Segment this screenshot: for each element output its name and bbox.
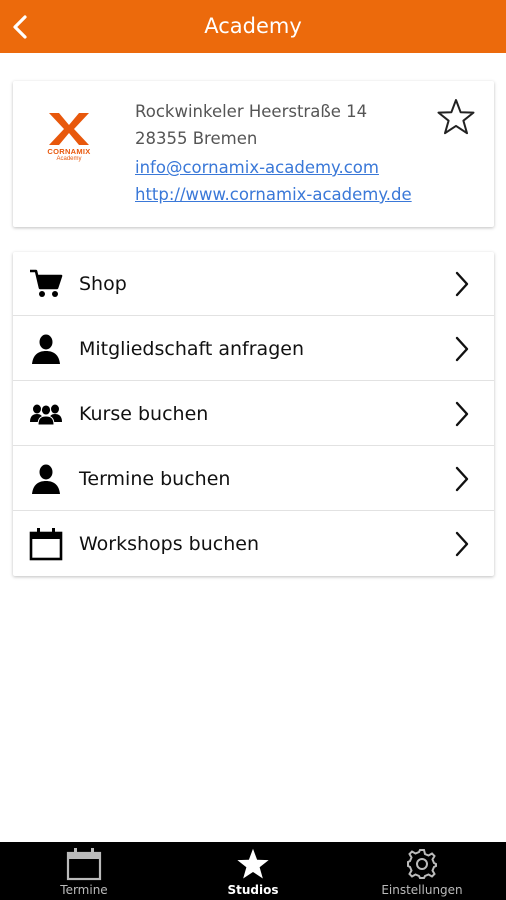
menu-item-shop[interactable]: Shop bbox=[13, 252, 494, 316]
group-icon bbox=[30, 404, 62, 426]
menu-item-kurse[interactable]: Kurse buchen bbox=[13, 382, 494, 446]
calendar-icon bbox=[29, 528, 63, 561]
cornamix-logo-icon bbox=[49, 113, 89, 145]
menu-item-label: Workshops buchen bbox=[79, 533, 259, 555]
menu-item-label: Termine buchen bbox=[79, 468, 231, 490]
chevron-right-icon bbox=[455, 531, 469, 557]
menu-item-label: Mitgliedschaft anfragen bbox=[79, 338, 304, 360]
website-link[interactable]: http://www.cornamix-academy.de bbox=[135, 185, 412, 204]
tab-label: Einstellungen bbox=[381, 883, 463, 897]
star-outline-icon bbox=[437, 99, 475, 135]
email-link[interactable]: info@cornamix-academy.com bbox=[135, 158, 379, 177]
person-icon bbox=[32, 464, 60, 494]
chevron-right-icon bbox=[455, 401, 469, 427]
page-title: Academy bbox=[204, 14, 302, 38]
address-city: 28355 Bremen bbox=[135, 129, 258, 148]
address-street: Rockwinkeler Heerstraße 14 bbox=[135, 102, 368, 121]
menu-item-label: Shop bbox=[79, 273, 127, 295]
cart-icon bbox=[30, 269, 63, 297]
calendar-icon bbox=[66, 848, 102, 881]
tab-studios[interactable]: Studios bbox=[169, 842, 337, 900]
logo-text: CORNAMIX bbox=[47, 147, 91, 156]
tab-label: Termine bbox=[60, 883, 108, 897]
chevron-right-icon bbox=[455, 466, 469, 492]
tab-label: Studios bbox=[227, 883, 279, 897]
app-bar: Academy bbox=[0, 0, 506, 53]
studio-logo: CORNAMIX Academy bbox=[37, 111, 101, 167]
logo-subtext: Academy bbox=[56, 156, 82, 162]
menu-item-termine[interactable]: Termine buchen bbox=[13, 447, 494, 511]
menu-item-label: Kurse buchen bbox=[79, 403, 209, 425]
person-icon bbox=[32, 334, 60, 364]
favorite-button[interactable] bbox=[437, 98, 475, 136]
chevron-right-icon bbox=[455, 336, 469, 362]
menu-item-mitgliedschaft[interactable]: Mitgliedschaft anfragen bbox=[13, 317, 494, 381]
chevron-right-icon bbox=[455, 271, 469, 297]
tab-termine[interactable]: Termine bbox=[0, 842, 168, 900]
menu-item-workshops[interactable]: Workshops buchen bbox=[13, 512, 494, 576]
star-icon bbox=[237, 848, 269, 879]
bottom-tab-bar: Termine Studios Einstellungen bbox=[0, 842, 506, 900]
menu-list: Shop Mitgliedschaft anfragen Kurse buche… bbox=[13, 252, 494, 576]
tab-einstellungen[interactable]: Einstellungen bbox=[338, 842, 506, 900]
studio-info-card: CORNAMIX Academy Rockwinkeler Heerstraße… bbox=[13, 81, 494, 227]
gear-icon bbox=[407, 849, 437, 879]
